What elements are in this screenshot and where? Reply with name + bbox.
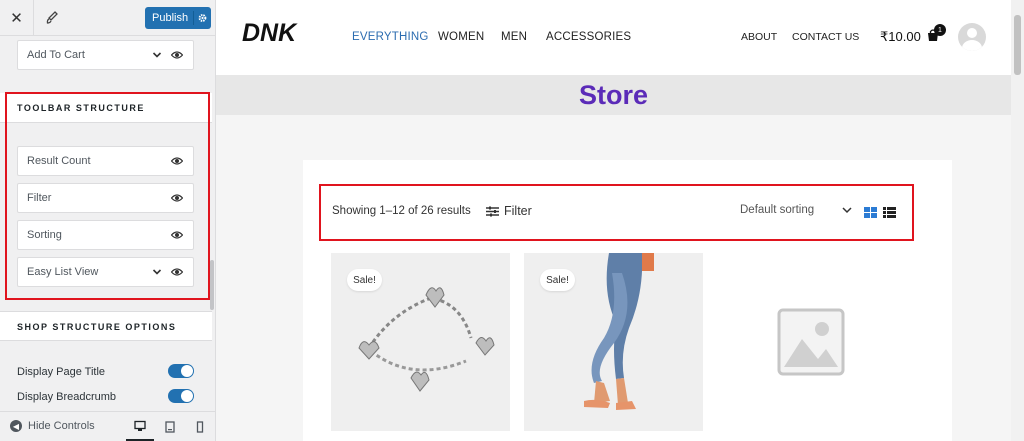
hide-controls-button[interactable]: ◀ Hide Controls (10, 420, 95, 432)
chevron-down-icon (842, 207, 852, 214)
close-icon[interactable]: ✕ (0, 0, 34, 36)
sidebar-top-bar: ✕ Publish (0, 0, 215, 36)
shop-structure-header: SHOP STRUCTURE OPTIONS (0, 311, 212, 341)
page-title-toggle[interactable] (168, 364, 194, 378)
cart-total[interactable]: ₹10.00 (880, 29, 921, 45)
toggle-row-page-title: Display Page Title (17, 364, 197, 378)
gear-icon[interactable] (193, 11, 207, 25)
sale-badge: Sale! (347, 269, 382, 291)
paint-brush-icon[interactable] (34, 0, 70, 36)
logo-text: DNK (242, 19, 298, 45)
toggle-row-breadcrumb: Display Breadcrumb (17, 389, 197, 403)
filter-icon (486, 206, 499, 216)
sorting-field[interactable]: Sorting (17, 220, 194, 250)
filter-field[interactable]: Filter (17, 183, 194, 213)
image-placeholder-icon (777, 308, 845, 376)
grid-view-icon[interactable] (864, 207, 877, 218)
section-title: TOOLBAR STRUCTURE (17, 103, 145, 113)
site-preview: DNK EVERYTHING WOMEN MEN ACCESSORIES ABO… (216, 0, 1024, 441)
breadcrumb-toggle[interactable] (168, 389, 194, 403)
nav-men[interactable]: MEN (501, 31, 527, 43)
sale-badge: Sale! (540, 269, 575, 291)
eye-icon[interactable] (171, 156, 183, 166)
sorting-value: Default sorting (740, 204, 815, 216)
nav-about[interactable]: ABOUT (741, 31, 777, 43)
result-count-field[interactable]: Result Count (17, 146, 194, 176)
chevron-down-icon[interactable] (152, 50, 162, 60)
scrollbar-thumb[interactable] (1014, 15, 1021, 75)
toolbar-structure-header: TOOLBAR STRUCTURE (0, 93, 212, 123)
field-label: Sorting (27, 229, 62, 241)
publish-button[interactable]: Publish (145, 7, 211, 29)
toggle-label: Display Page Title (17, 366, 106, 378)
sorting-select[interactable]: Default sorting (740, 204, 852, 216)
product-card[interactable]: Sale! (524, 253, 703, 431)
nav-contact-us[interactable]: CONTACT US (792, 31, 859, 43)
nav-women[interactable]: WOMEN (438, 31, 484, 43)
mobile-preview-icon[interactable] (186, 412, 214, 441)
page-title: Store (578, 79, 649, 110)
cart-count-badge: 1 (934, 24, 946, 36)
customizer-sidebar: ✕ Publish Add To Cart TOOLBAR STRUCTURE … (0, 0, 216, 441)
field-label: Easy List View (27, 266, 99, 278)
sidebar-footer: ◀ Hide Controls (0, 411, 215, 441)
filter-label: Filter (504, 204, 532, 218)
dnk-logo[interactable]: DNK (240, 19, 312, 45)
tablet-preview-icon[interactable] (156, 412, 184, 441)
field-label: Add To Cart (27, 49, 85, 61)
desktop-preview-icon[interactable] (126, 412, 154, 441)
preview-scrollbar[interactable] (1011, 0, 1024, 441)
product-card[interactable]: Sale! (331, 253, 510, 431)
arrow-left-icon: ◀ (10, 420, 22, 432)
eye-icon[interactable] (171, 193, 183, 203)
page-title-bar: Store (216, 75, 1011, 115)
nav-accessories[interactable]: ACCESSORIES (546, 31, 631, 43)
field-label: Filter (27, 192, 52, 204)
list-view-icon[interactable] (883, 207, 896, 218)
field-label: Result Count (27, 155, 91, 167)
easy-list-view-field[interactable]: Easy List View (17, 257, 194, 287)
avatar[interactable] (958, 23, 986, 51)
nav-everything[interactable]: EVERYTHING (352, 31, 429, 43)
shop-toolbar: Showing 1–12 of 26 results Filter Defaul… (320, 185, 913, 241)
result-count: Showing 1–12 of 26 results (332, 205, 471, 217)
toggle-label: Display Breadcrumb (17, 391, 117, 403)
hide-controls-label: Hide Controls (28, 420, 95, 432)
section-title: SHOP STRUCTURE OPTIONS (17, 322, 177, 332)
product-card[interactable] (756, 253, 866, 431)
add-to-cart-field[interactable]: Add To Cart (17, 40, 194, 70)
chevron-down-icon[interactable] (152, 267, 162, 277)
filter-button[interactable]: Filter (486, 204, 532, 218)
eye-icon[interactable] (171, 230, 183, 240)
publish-label: Publish (152, 12, 189, 24)
eye-icon[interactable] (171, 50, 183, 60)
sidebar-scrollbar[interactable] (210, 260, 214, 310)
customizer-screen: ✕ Publish Add To Cart TOOLBAR STRUCTURE … (0, 0, 1024, 441)
site-header: DNK EVERYTHING WOMEN MEN ACCESSORIES ABO… (216, 0, 1011, 75)
eye-icon[interactable] (171, 267, 183, 277)
